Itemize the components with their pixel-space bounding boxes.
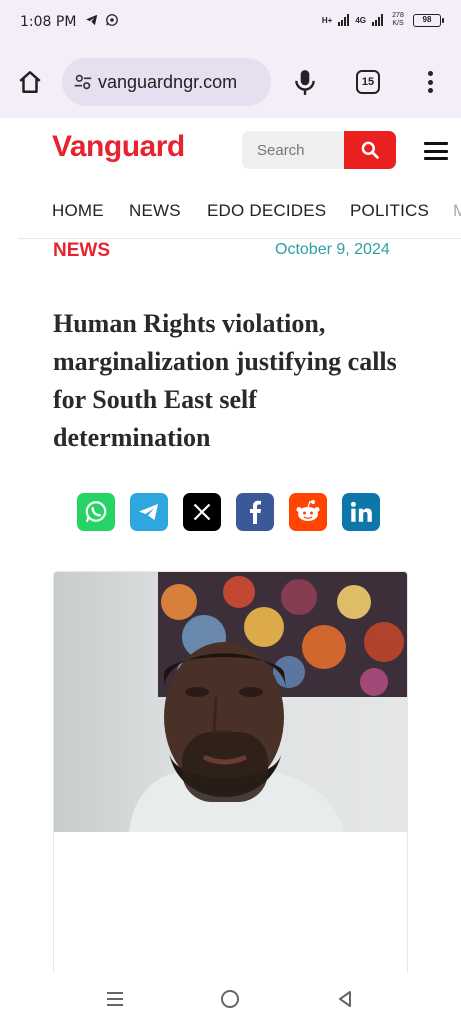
nav-item-edo-decides[interactable]: EDO DECIDES xyxy=(207,201,326,221)
article-date: October 9, 2024 xyxy=(275,241,390,258)
site-header: Vanguard xyxy=(0,118,461,178)
share-whatsapp-button[interactable] xyxy=(77,493,115,531)
home-button[interactable] xyxy=(14,66,46,98)
article-category[interactable]: NEWS xyxy=(53,240,110,262)
status-notification-icons xyxy=(85,13,119,32)
site-nav: HOME NEWS EDO DECIDES POLITICS M xyxy=(0,190,461,230)
share-facebook-button[interactable] xyxy=(236,493,274,531)
search-box xyxy=(242,131,396,169)
signal-icon-1 xyxy=(338,14,350,26)
microphone-icon xyxy=(295,70,315,95)
whatsapp-notification-icon xyxy=(105,13,119,32)
back-triangle-icon xyxy=(339,991,351,1007)
more-menu-button[interactable] xyxy=(420,68,440,96)
article-image-card xyxy=(53,571,408,981)
voice-search-button[interactable] xyxy=(292,68,318,96)
article-photo[interactable] xyxy=(54,572,407,832)
share-x-button[interactable] xyxy=(183,493,221,531)
status-bar: 1:08 PM H+ 4G 278 K/S 98 xyxy=(0,0,461,44)
nav-divider xyxy=(18,238,461,239)
linkedin-icon xyxy=(350,501,372,522)
net-speed: 278 K/S xyxy=(392,12,404,27)
screen: 1:08 PM H+ 4G 278 K/S 98 vanguardngr.com… xyxy=(0,0,461,1024)
share-telegram-button[interactable] xyxy=(130,493,168,531)
telegram-icon xyxy=(139,504,158,520)
share-reddit-button[interactable] xyxy=(289,493,327,531)
url-text[interactable]: vanguardngr.com xyxy=(98,72,258,93)
menu-lines-icon xyxy=(107,992,123,1006)
article-headline: Human Rights violation, marginalization … xyxy=(53,309,397,452)
menu-button[interactable] xyxy=(424,142,448,160)
search-button[interactable] xyxy=(344,131,396,169)
search-input[interactable] xyxy=(242,131,344,169)
share-linkedin-button[interactable] xyxy=(342,493,380,531)
site-settings-icon[interactable] xyxy=(72,71,94,93)
status-time: 1:08 PM xyxy=(20,14,77,30)
tab-switcher-button[interactable]: 15 xyxy=(356,70,380,94)
network-type-2: 4G xyxy=(355,15,366,25)
site-logo[interactable]: Vanguard xyxy=(52,130,185,164)
share-buttons xyxy=(77,493,380,531)
system-navigation-bar xyxy=(0,972,461,1024)
back-button[interactable] xyxy=(334,988,356,1010)
circle-home-icon xyxy=(221,990,239,1008)
nav-item-news[interactable]: NEWS xyxy=(129,201,181,221)
browser-chrome: 1:08 PM H+ 4G 278 K/S 98 vanguardngr.com… xyxy=(0,0,461,118)
article-photo-image xyxy=(54,572,407,832)
battery-icon: 98 xyxy=(413,13,444,27)
battery-level: 98 xyxy=(422,14,432,24)
address-bar[interactable]: vanguardngr.com xyxy=(62,58,271,106)
telegram-notification-icon xyxy=(85,13,99,32)
home-icon xyxy=(19,71,41,93)
home-nav-button[interactable] xyxy=(219,988,241,1010)
recent-apps-button[interactable] xyxy=(104,988,126,1010)
nav-item-overflow[interactable]: M xyxy=(453,201,461,221)
whatsapp-icon xyxy=(85,501,107,523)
status-indicators: H+ 4G 278 K/S 98 xyxy=(321,12,444,28)
x-icon xyxy=(193,503,211,521)
tab-count: 15 xyxy=(361,76,375,88)
facebook-icon xyxy=(250,500,261,524)
reddit-icon xyxy=(296,500,320,521)
network-type-1: H+ xyxy=(321,15,333,25)
signal-icon-2 xyxy=(372,14,383,26)
nav-item-politics[interactable]: POLITICS xyxy=(350,201,429,221)
search-icon xyxy=(361,141,379,159)
nav-item-home[interactable]: HOME xyxy=(52,201,104,221)
browser-toolbar: vanguardngr.com 15 xyxy=(0,56,461,108)
